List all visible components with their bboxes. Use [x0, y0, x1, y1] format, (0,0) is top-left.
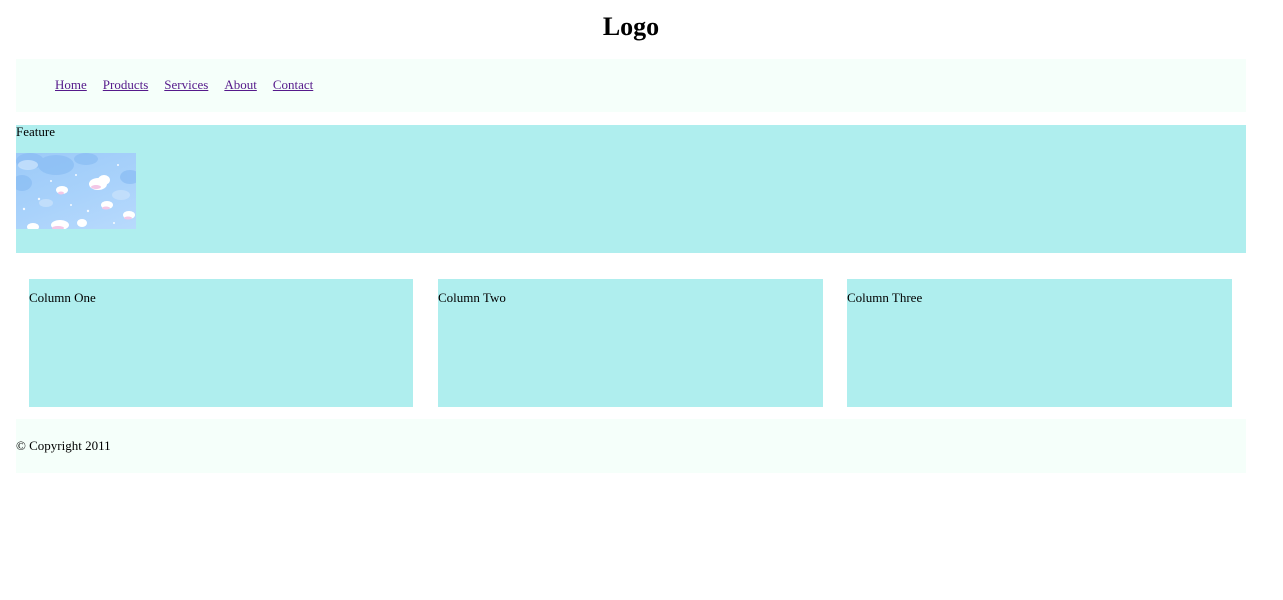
page: Logo Home Products Services About Contac… [0, 0, 1283, 600]
column-one-label: Column One [29, 290, 96, 305]
nav-link-about[interactable]: About [224, 77, 257, 92]
nav-item-services: Services [164, 77, 208, 93]
nav-item-home: Home [55, 77, 87, 93]
logo: Logo [602, 12, 660, 41]
feature-section: Feature [16, 125, 1246, 253]
nav-link-services[interactable]: Services [164, 77, 208, 92]
column-two-label: Column Two [438, 290, 506, 305]
nav-list: Home Products Services About Contact [55, 77, 329, 93]
nav-link-home[interactable]: Home [55, 77, 87, 92]
nav-item-products: Products [103, 77, 149, 93]
clouds-image [16, 153, 136, 229]
main-navigation: Home Products Services About Contact [16, 59, 1246, 112]
footer: © Copyright 2011 [16, 419, 1246, 473]
nav-item-contact: Contact [273, 77, 313, 93]
feature-label: Feature [16, 124, 55, 139]
column-one: Column One [29, 279, 413, 407]
column-three-label: Column Three [847, 290, 923, 305]
nav-item-about: About [224, 77, 257, 93]
column-three: Column Three [847, 279, 1232, 407]
nav-link-contact[interactable]: Contact [273, 77, 313, 92]
column-two: Column Two [438, 279, 823, 407]
nav-link-products[interactable]: Products [103, 77, 149, 92]
copyright-text: © Copyright 2011 [16, 438, 111, 453]
